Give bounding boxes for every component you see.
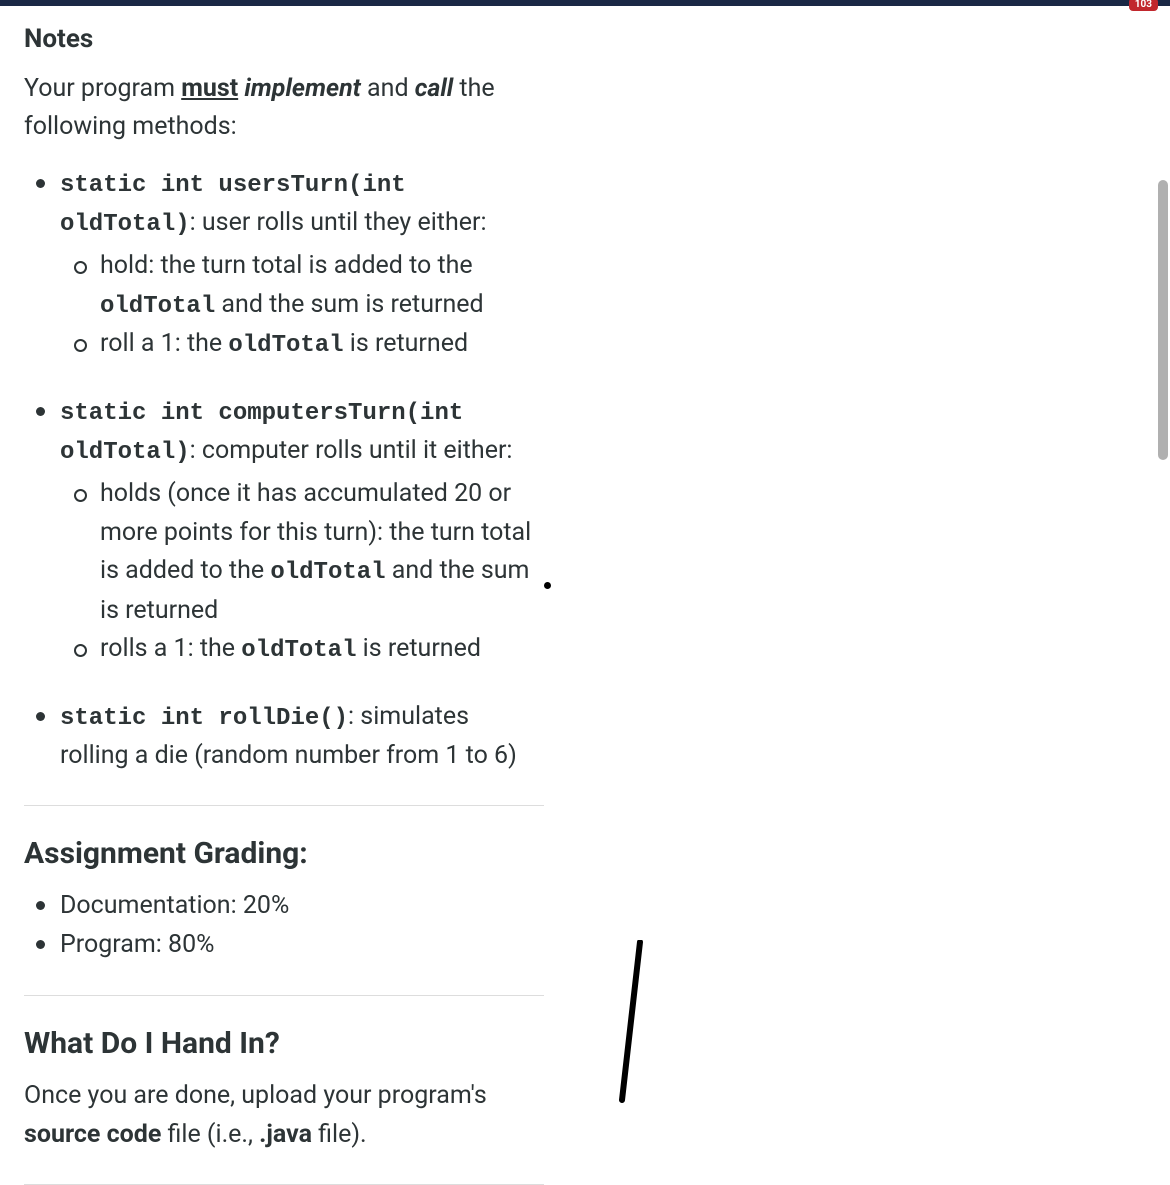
method-item-computersturn: static int computersTurn(int oldTotal): … <box>24 393 536 670</box>
sub-text-pre: roll a 1: the <box>100 329 228 358</box>
divider <box>24 995 544 996</box>
grading-list: Documentation: 20% Program: 80% <box>24 887 536 965</box>
sublist-item: holds (once it has accumulated 20 or mor… <box>60 475 536 630</box>
bullet-marker <box>544 582 551 589</box>
sublist-item: roll a 1: the oldTotal is returned <box>60 325 536 364</box>
scrollbar[interactable] <box>1158 180 1168 460</box>
sub-text-post: is returned <box>344 329 468 358</box>
intro-call: call <box>415 74 453 103</box>
handin-bold-source: source code <box>24 1120 161 1149</box>
method-desc: : computer rolls until it either: <box>190 436 513 465</box>
method-sublist: hold: the turn total is added to the old… <box>60 247 536 364</box>
code-oldtotal: oldTotal <box>241 637 356 664</box>
method-item-rolldie: static int rollDie(): simulates rolling … <box>24 698 536 776</box>
handin-text: Once you are done, upload your program's… <box>24 1077 536 1155</box>
intro-implement: implement <box>244 74 360 103</box>
sub-text-pre: rolls a 1: the <box>100 634 241 663</box>
intro-must: must <box>181 74 238 103</box>
intro-and: and <box>361 74 415 103</box>
method-sublist: holds (once it has accumulated 20 or mor… <box>60 475 536 670</box>
notification-badge: 103 <box>1129 0 1158 11</box>
grading-item-documentation: Documentation: 20% <box>24 887 536 926</box>
sublist-item: hold: the turn total is added to the old… <box>60 247 536 325</box>
code-oldtotal: oldTotal <box>228 332 343 359</box>
methods-list: static int usersTurn(int oldTotal): user… <box>24 165 536 775</box>
handin-post: file). <box>312 1120 367 1149</box>
intro-text-prefix: Your program <box>24 74 181 103</box>
sublist-item: rolls a 1: the oldTotal is returned <box>60 630 536 669</box>
handin-bold-java: .java <box>259 1120 312 1149</box>
grading-item-program: Program: 80% <box>24 926 536 965</box>
code-oldtotal: oldTotal <box>100 293 215 320</box>
method-item-usersturn: static int usersTurn(int oldTotal): user… <box>24 165 536 365</box>
handwriting-mark <box>612 940 652 1105</box>
sub-text-post: is returned <box>356 634 480 663</box>
handin-pre: Once you are done, upload your program's <box>24 1081 487 1110</box>
divider <box>24 805 544 806</box>
sub-text-pre: hold: the turn total is added to the <box>100 251 473 280</box>
top-navigation-bar: 103 <box>0 0 1170 6</box>
method-desc: : user rolls until they either: <box>190 208 487 237</box>
notes-intro: Your program must implement and call the… <box>24 70 536 145</box>
document-content: Notes Your program must implement and ca… <box>0 6 560 1185</box>
handin-mid: file (i.e., <box>161 1120 259 1149</box>
sub-text-post: and the sum is returned <box>215 290 483 319</box>
method-signature: static int rollDie() <box>60 705 348 732</box>
notes-heading: Notes <box>24 24 536 54</box>
code-oldtotal: oldTotal <box>270 559 385 586</box>
grading-heading: Assignment Grading: <box>24 836 536 871</box>
handin-heading: What Do I Hand In? <box>24 1026 536 1061</box>
